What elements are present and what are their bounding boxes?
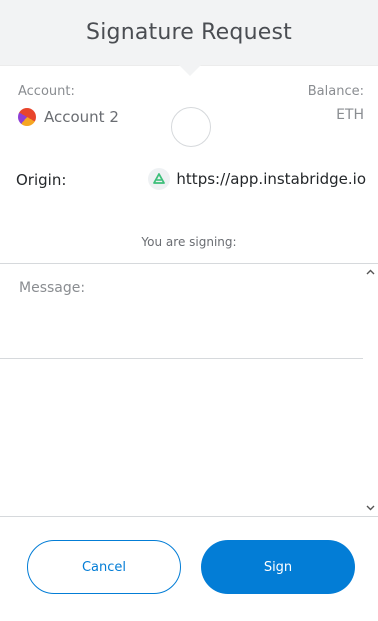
signature-request-window: Signature Request Account: Account 2 Bal…	[0, 0, 378, 621]
message-label: Message:	[19, 280, 86, 296]
signing-label: You are signing:	[141, 235, 237, 249]
message-scrollbar[interactable]	[363, 264, 378, 516]
message-box[interactable]: Message:	[0, 263, 378, 517]
action-buttons: Cancel Sign	[0, 540, 378, 594]
instabridge-site-icon	[148, 168, 171, 190]
balance-label: Balance:	[307, 84, 364, 99]
account-avatar-icon	[18, 108, 36, 126]
page-title: Signature Request	[86, 20, 292, 45]
account-label: Account:	[18, 84, 75, 99]
sign-button[interactable]: Sign	[201, 540, 355, 594]
scroll-up-icon[interactable]	[366, 268, 375, 277]
message-section: Message:	[0, 264, 363, 359]
origin-url: https://app.instabridge.io	[176, 170, 366, 188]
cancel-button[interactable]: Cancel	[27, 540, 181, 594]
header: Signature Request	[0, 0, 378, 66]
header-caret-icon	[178, 64, 202, 76]
balance-value: ETH	[336, 107, 364, 123]
scroll-down-icon[interactable]	[366, 503, 375, 512]
account-selector: Account 2	[18, 108, 119, 126]
origin-value: https://app.instabridge.io	[148, 168, 366, 190]
origin-label: Origin:	[16, 171, 67, 189]
transfer-circle-icon	[171, 107, 211, 147]
account-name: Account 2	[44, 108, 119, 126]
